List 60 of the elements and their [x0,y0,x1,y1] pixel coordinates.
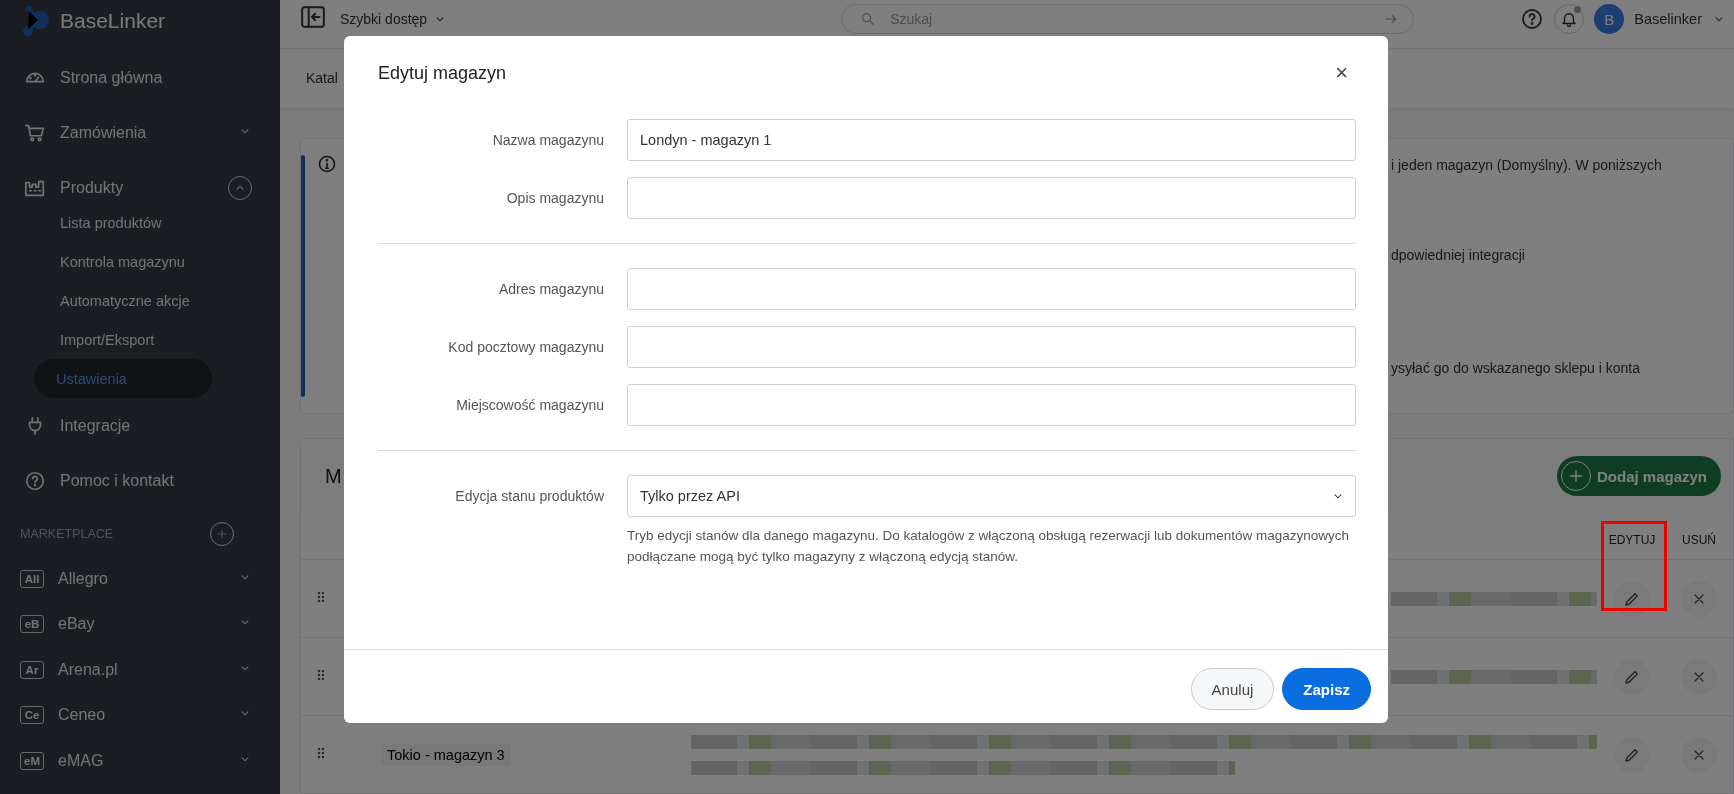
column-header: EDYTUJ [1607,533,1657,547]
nav-item[interactable]: Zamówienia [0,105,280,160]
nav-item[interactable]: Strona główna [0,50,280,105]
edit-button[interactable] [1614,658,1650,695]
dialog-title: Edytuj magazyn [378,62,507,84]
help-icon [1520,7,1545,31]
logo-icon [22,5,52,37]
nav-item[interactable]: Integracje [0,398,280,453]
column-header: USUŃ [1681,533,1717,547]
marketplace-badge: Ce [20,706,44,725]
nav-item[interactable]: Pomoc i kontakt [0,453,280,508]
text-field[interactable] [627,177,1356,219]
submenu-item[interactable]: Kontrola magazynu [0,242,280,281]
marketplace-item[interactable]: All Allegro [0,556,280,602]
edit-button[interactable] [1614,736,1650,773]
brand-name: BaseLinker [60,9,166,33]
add-warehouse-button[interactable]: Dodaj magazyn [1556,456,1721,496]
card-title: M [325,464,342,488]
search-icon [860,11,877,27]
field-label: Kod pocztowy magazynu [447,339,604,355]
marketplace-item[interactable]: eB eBay [0,601,280,647]
marketplace-badge: Ar [20,660,44,679]
marketplace-item[interactable]: eM eMAG [0,738,280,784]
close-button[interactable]: × [1329,60,1354,86]
bell-icon [1560,10,1579,28]
field-label: Opis magazynu [505,190,604,206]
field-label: Edycja stanu produktów [454,488,604,504]
delete-button[interactable] [1681,580,1717,617]
info-text: ysyłać go do wskazanego sklepu i konta [1391,359,1642,376]
marketplace-badge: All [20,569,44,588]
marketplace-item[interactable]: Ar Arena.pl [0,647,280,693]
quick-access-menu[interactable]: Szybki dostęp [340,4,448,34]
field-label: Nazwa magazynu [491,132,604,148]
warehouse-name: Tokio - magazyn 3 [381,743,511,766]
marketplace-badge: eB [20,615,44,634]
delete-button[interactable] [1681,736,1717,773]
submenu-item[interactable]: Import/Eksport [0,320,280,359]
help-text: Tryb edycji stanów dla danego magazynu. Do katalogów z włączoną obsługą rezerwacji lub dokumentów magazynowych podłączane mogą być tylko magazyny z włączoną edycją stanów. [627,527,1351,566]
field-label: Miejscowość magazynu [455,397,604,413]
info-icon [317,153,337,174]
cancel-button[interactable]: Anuluj [1190,668,1275,710]
field-label: Adres magazynu [497,281,604,297]
text-field[interactable] [627,268,1356,310]
text-field[interactable]: Londyn - magazyn 1 [627,119,1356,161]
select-field[interactable]: Tylko przez API [627,475,1356,517]
sidebar-toggle-icon [300,4,326,30]
text-field[interactable] [627,326,1356,368]
marketplace-item[interactable]: Ce Ceneo [0,692,280,738]
marketplace-badge: eM [20,751,44,770]
submenu-item[interactable]: Ustawienia [34,359,212,398]
user-name[interactable]: Baselinker [1634,11,1702,27]
delete-button[interactable] [1681,658,1717,695]
submenu-item[interactable]: Automatyczne akcje [0,281,280,320]
text-field[interactable] [627,384,1356,426]
help-icon [24,469,46,492]
avatar[interactable]: B [1594,4,1625,34]
save-button[interactable]: Zapisz [1282,668,1371,710]
info-text: dpowiedniej integracji [1391,246,1526,263]
info-text: i jeden magazyn (Domyślny). W poniższych [1391,156,1663,173]
tab[interactable]: Katal [306,70,338,87]
